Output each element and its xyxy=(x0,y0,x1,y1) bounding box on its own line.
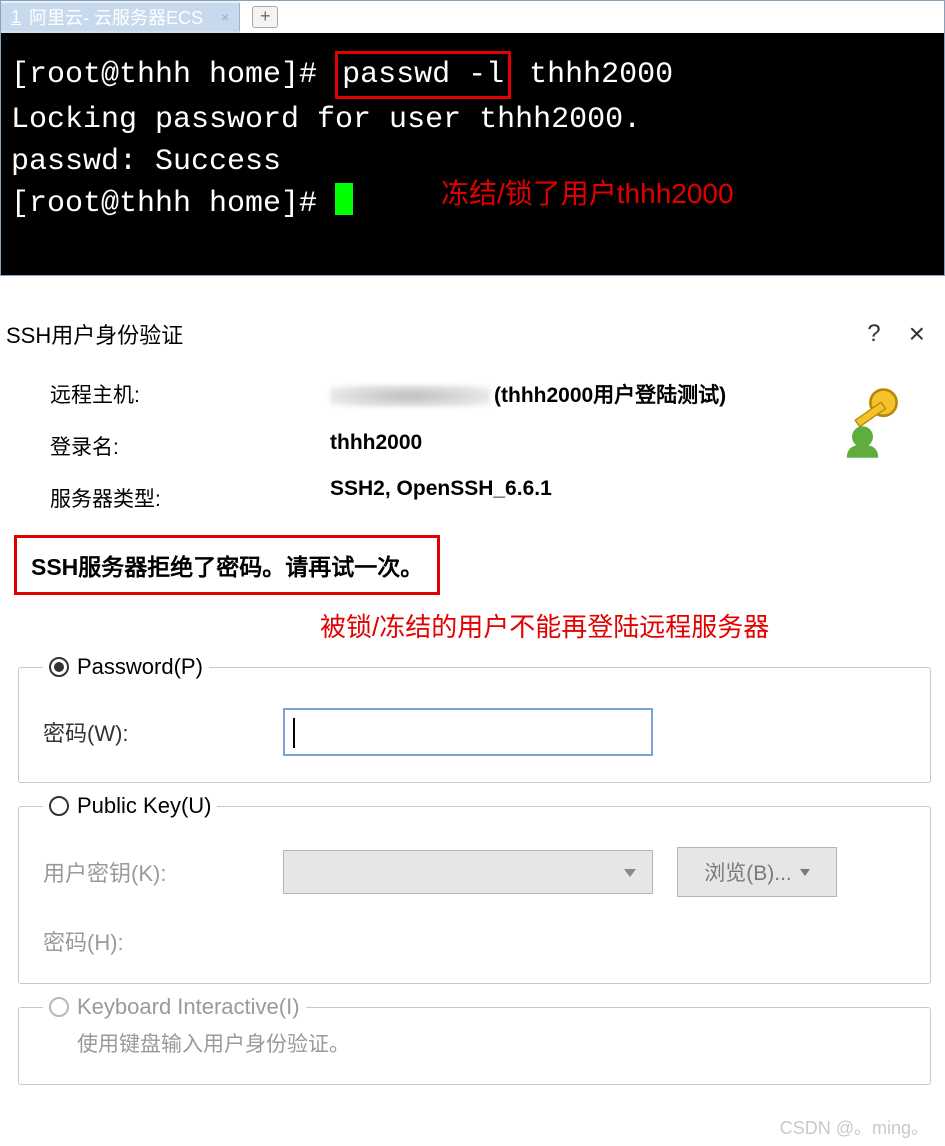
error-area: SSH服务器拒绝了密码。请再试一次。 xyxy=(0,523,945,599)
terminal-body[interactable]: [root@thhh home]# passwd -l thhh2000 Loc… xyxy=(1,33,944,275)
browse-button[interactable]: 浏览(B)... xyxy=(677,847,837,897)
label-remote-host: 远程主机: xyxy=(50,379,330,409)
ssh-auth-dialog: SSH用户身份验证 ? × 远程主机: 登录名: 服务器类型: (thhh200… xyxy=(0,314,945,1085)
tab-bar-bg: + xyxy=(240,1,944,33)
tab-number: 1 xyxy=(11,7,21,28)
text-caret xyxy=(293,718,295,748)
method-keyboard: Keyboard Interactive(I) 使用键盘输入用户身份验证。 xyxy=(18,994,931,1085)
annotation-text: 被锁/冻结的用户不能再登陆远程服务器 xyxy=(320,607,945,644)
tab-bar: 1 阿里云- 云服务器ECS × + xyxy=(1,1,944,33)
password-label: 密码(W): xyxy=(43,716,283,748)
tab-title: 阿里云- 云服务器ECS xyxy=(29,4,203,30)
close-icon[interactable]: × xyxy=(909,318,925,350)
password-legend[interactable]: Password(P) xyxy=(43,654,209,680)
keyboard-desc: 使用键盘输入用户身份验证。 xyxy=(77,1028,906,1058)
label-login: 登录名: xyxy=(50,431,330,461)
userkey-dropdown[interactable] xyxy=(283,850,653,894)
value-login: thhh2000 xyxy=(330,431,726,455)
cursor-icon xyxy=(335,183,353,215)
tab-active[interactable]: 1 阿里云- 云服务器ECS × xyxy=(1,3,240,31)
terminal-window: 1 阿里云- 云服务器ECS × + [root@thhh home]# pas… xyxy=(0,0,945,276)
dialog-title: SSH用户身份验证 xyxy=(6,318,867,350)
terminal-line: [root@thhh home]# passwd -l thhh2000 xyxy=(11,51,934,99)
password-input[interactable] xyxy=(283,708,653,756)
value-remote-host: (thhh2000用户登陆测试) xyxy=(330,379,726,409)
userkey-label: 用户密钥(K): xyxy=(43,856,283,888)
key-password-label: 密码(H): xyxy=(43,925,283,957)
auth-methods: Password(P) 密码(W): Public Key(U) 用户密钥(K)… xyxy=(18,654,931,1085)
new-tab-button[interactable]: + xyxy=(252,6,278,28)
dialog-header: SSH用户身份验证 ? × xyxy=(0,314,945,361)
method-publickey: Public Key(U) 用户密钥(K): 浏览(B)... 密码(H): xyxy=(18,793,931,984)
method-password: Password(P) 密码(W): xyxy=(18,654,931,783)
watermark: CSDN @。ming。 xyxy=(780,1114,929,1140)
annotation-text: 冻结/锁了用户thhh2000 xyxy=(441,174,734,213)
terminal-line: Locking password for user thhh2000. xyxy=(11,99,934,141)
chevron-down-icon xyxy=(800,869,810,876)
radio-keyboard[interactable] xyxy=(49,997,69,1017)
keyboard-legend[interactable]: Keyboard Interactive(I) xyxy=(43,994,306,1020)
highlighted-command: passwd -l xyxy=(335,51,511,99)
radio-publickey[interactable] xyxy=(49,796,69,816)
close-icon[interactable]: × xyxy=(221,9,229,25)
connection-info: 远程主机: 登录名: 服务器类型: (thhh2000用户登陆测试) thhh2… xyxy=(0,361,945,523)
error-message: SSH服务器拒绝了密码。请再试一次。 xyxy=(14,535,440,595)
radio-password[interactable] xyxy=(49,657,69,677)
redacted-host xyxy=(330,385,490,407)
label-server-type: 服务器类型: xyxy=(50,483,330,513)
key-user-icon xyxy=(831,379,915,463)
value-server-type: SSH2, OpenSSH_6.6.1 xyxy=(330,477,726,501)
publickey-legend[interactable]: Public Key(U) xyxy=(43,793,217,819)
help-icon[interactable]: ? xyxy=(867,320,880,348)
